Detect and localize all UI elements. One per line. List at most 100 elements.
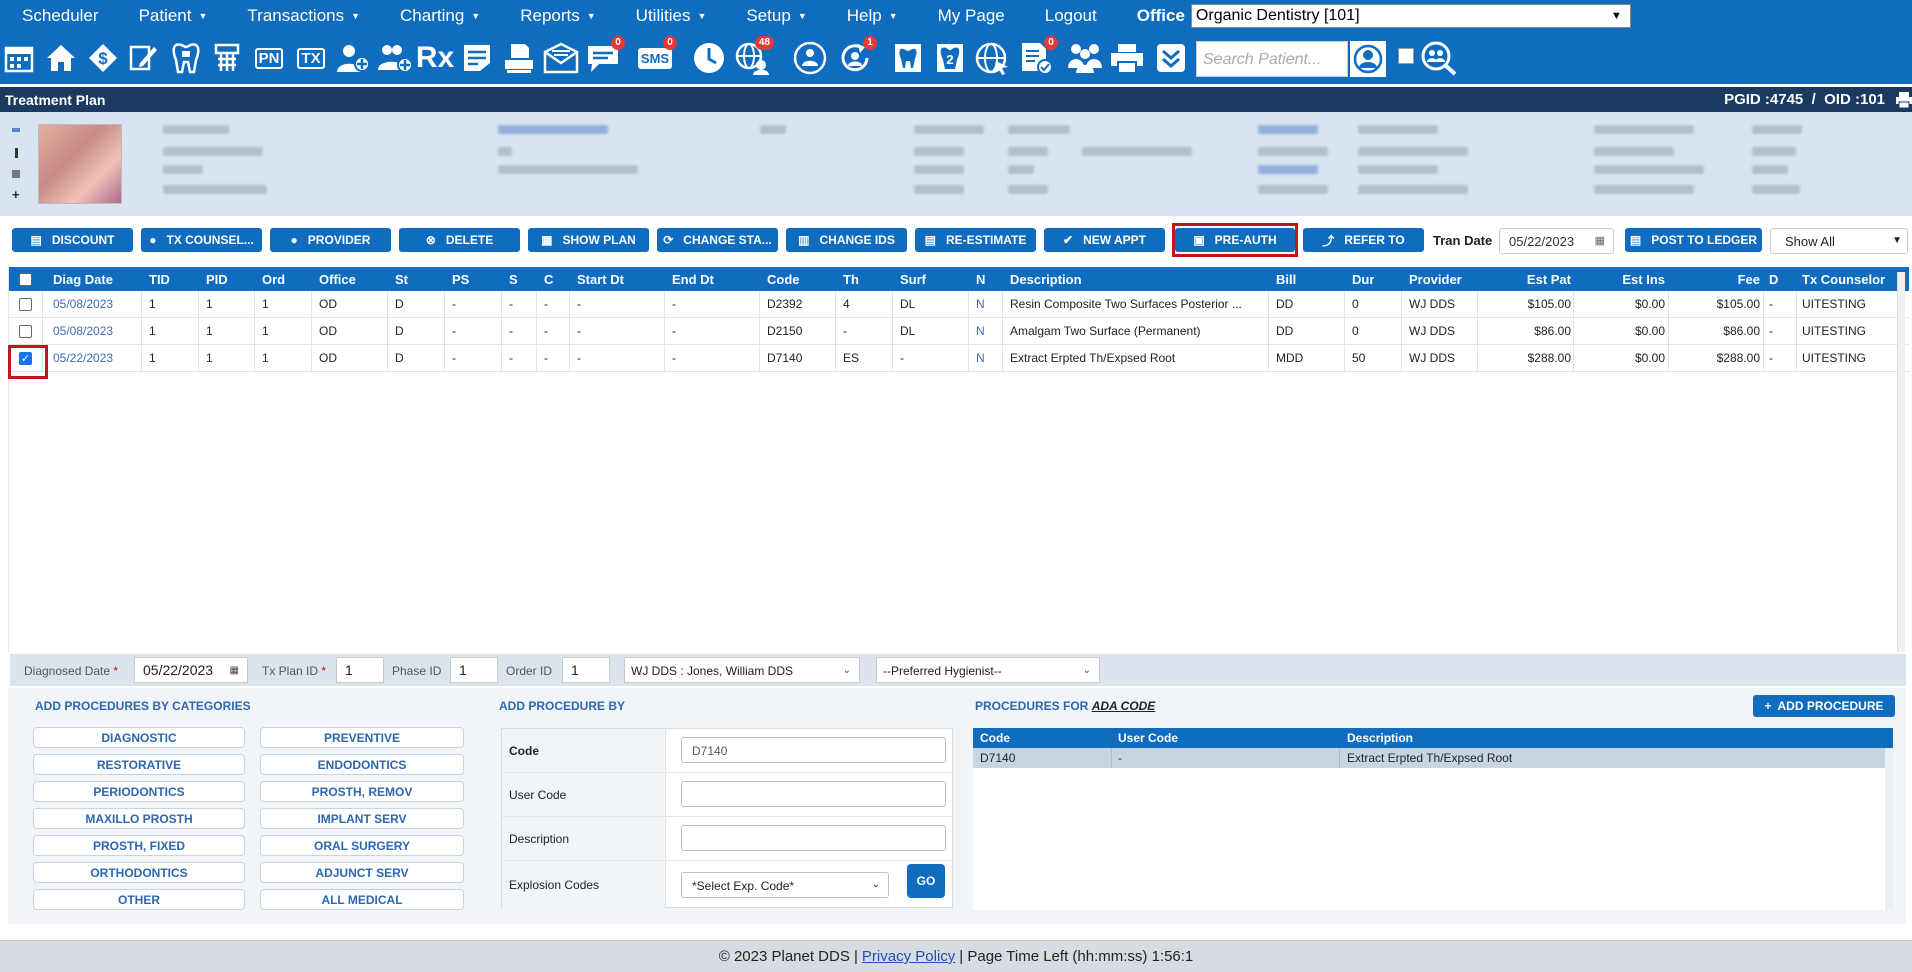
select-all-checkbox[interactable] [19,272,32,286]
rx-icon[interactable]: Rx [416,40,454,76]
row-checkbox[interactable] [19,297,32,311]
table-row[interactable]: 05/08/2023 1 1 1 OD D - - - - - D2392 4 … [9,291,1909,318]
col-ord[interactable]: Ord [262,267,285,291]
notes-icon[interactable] [458,40,496,76]
discount-button[interactable]: ▤ DISCOUNT [12,228,133,252]
show-filter-select[interactable]: Show All ▼ [1770,228,1908,254]
menu-help[interactable]: Help ▼ [827,6,918,26]
diag-date-link[interactable]: 05/08/2023 [53,318,113,344]
search-patient-input[interactable]: Search Patient... [1196,41,1348,77]
procedures-scrollbar[interactable] [1885,748,1893,910]
provider-select[interactable]: WJ DDS : Jones, William DDS ⌄ [624,657,860,683]
email-icon[interactable] [542,40,580,76]
people-globe-icon[interactable] [791,40,829,76]
search-checkbox[interactable] [1398,48,1414,64]
change-ids-button[interactable]: ▥ CHANGE IDS [786,228,907,252]
category-adjunct-serv-button[interactable]: ADJUNCT SERV [260,862,464,883]
tooth-chart-icon[interactable]: 2 [931,40,969,76]
diag-date-link[interactable]: 05/08/2023 [53,291,113,317]
table-row[interactable]: ✓ 05/22/2023 1 1 1 OD D - - - - - D7140 … [9,345,1909,372]
col-fee[interactable]: Fee [1674,267,1760,291]
category-preventive-button[interactable]: PREVENTIVE [260,727,464,748]
home-icon[interactable] [42,40,80,76]
menu-utilities[interactable]: Utilities ▼ [616,6,727,26]
col-surf[interactable]: Surf [900,267,926,291]
user-code-input[interactable] [681,781,946,807]
clock-icon[interactable] [690,40,728,76]
row-checkbox[interactable] [19,324,32,338]
collapse-icon[interactable] [1152,40,1190,76]
tooth-icon[interactable] [167,40,205,76]
pn-icon[interactable]: PN [250,40,288,76]
col-provider[interactable]: Provider [1409,267,1462,291]
globe-user-icon[interactable]: 48 [733,36,774,76]
pencil-icon[interactable] [124,40,162,76]
implant-icon[interactable] [208,40,246,76]
col-c[interactable]: C [544,267,553,291]
col-end-dt[interactable]: End Dt [672,267,714,291]
cell-n[interactable]: N [976,318,985,344]
col-n[interactable]: N [976,267,985,291]
col-code[interactable]: Code [767,267,800,291]
print-icon[interactable] [1896,91,1912,109]
tooth-outline-icon[interactable] [889,40,927,76]
col-pid[interactable]: PID [206,267,228,291]
category-orthodontics-button[interactable]: ORTHODONTICS [33,862,245,883]
col-diag-date[interactable]: Diag Date [53,267,113,291]
document-icon[interactable]: 0 [1017,36,1058,76]
tx-counselor-button[interactable]: ● TX COUNSEL... [141,228,262,252]
messages-icon[interactable]: 0 [584,36,625,76]
ada-code-link[interactable]: ADA CODE [1092,699,1156,713]
diagnosed-date-input[interactable]: 05/22/2023 ▦ [134,657,248,683]
menu-setup[interactable]: Setup ▼ [726,6,826,26]
col-tid[interactable]: TID [149,267,170,291]
refer-to-button[interactable]: ⤴ REFER TO [1303,228,1424,252]
add-procedure-button[interactable]: + ADD PROCEDURE [1753,695,1895,717]
menu-scheduler[interactable]: Scheduler [2,6,119,26]
add-family-icon[interactable] [376,40,414,76]
category-implant-serv-button[interactable]: IMPLANT SERV [260,808,464,829]
category-maxillo-prosth-button[interactable]: MAXILLO PROSTH [33,808,245,829]
hygienist-select[interactable]: --Preferred Hygienist-- ⌄ [876,657,1100,683]
patient-search-user-icon[interactable] [1350,41,1386,77]
category-oral-surgery-button[interactable]: ORAL SURGERY [260,835,464,856]
col-start-dt[interactable]: Start Dt [577,267,624,291]
col-dur[interactable]: Dur [1352,267,1374,291]
tran-date-input[interactable]: 05/22/2023 ▦ [1499,228,1614,254]
category-diagnostic-button[interactable]: DIAGNOSTIC [33,727,245,748]
print-icon[interactable] [1108,40,1146,76]
recall-icon[interactable]: 1 [836,36,877,76]
menu-transactions[interactable]: Transactions ▼ [227,6,380,26]
privacy-policy-link[interactable]: Privacy Policy [862,948,955,965]
delete-button[interactable]: ⊗ DELETE [399,228,520,252]
menu-charting[interactable]: Charting ▼ [380,6,500,26]
menu-my-page[interactable]: My Page [918,6,1025,26]
provider-button[interactable]: ● PROVIDER [270,228,391,252]
phase-id-input[interactable]: 1 [450,657,498,683]
col-tx-counselor[interactable]: Tx Counselor [1802,267,1885,291]
cell-n[interactable]: N [976,345,985,371]
category-restorative-button[interactable]: RESTORATIVE [33,754,245,775]
category-periodontics-button[interactable]: PERIODONTICS [33,781,245,802]
office-select[interactable]: Organic Dentistry [101] ▼ [1190,4,1631,28]
scanner-icon[interactable] [500,40,538,76]
category-prosth-fixed-button[interactable]: PROSTH, FIXED [33,835,245,856]
explosion-code-select[interactable]: *Select Exp. Code* ⌄ [681,872,889,898]
web-icon[interactable] [973,40,1011,76]
col-est-ins[interactable]: Est Ins [1579,267,1665,291]
menu-logout[interactable]: Logout [1025,6,1117,26]
category-other-button[interactable]: OTHER [33,889,245,910]
col-ps[interactable]: PS [452,267,469,291]
diag-date-link[interactable]: 05/22/2023 [53,345,113,371]
description-input[interactable] [681,825,946,851]
category-all-medical-button[interactable]: ALL MEDICAL [260,889,464,910]
tx-icon[interactable]: TX [292,40,330,76]
re-estimate-button[interactable]: ▤ RE-ESTIMATE [915,228,1036,252]
table-scrollbar[interactable] [1897,272,1905,652]
menu-patient[interactable]: Patient ▼ [119,6,228,26]
new-appt-button[interactable]: ✔ NEW APPT [1044,228,1165,252]
post-to-ledger-button[interactable]: ▤ POST TO LEDGER [1625,228,1762,252]
col-d[interactable]: D [1769,267,1778,291]
show-plan-button[interactable]: ▦ SHOW PLAN [528,228,649,252]
col-description[interactable]: Description [1010,267,1082,291]
